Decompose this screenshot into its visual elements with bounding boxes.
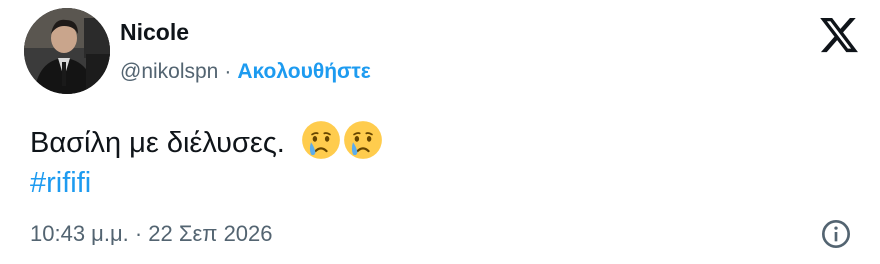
tweet-timestamp[interactable]: 10:43 μ.μ. · 22 Σεπ 2026	[30, 220, 273, 248]
crying-face-emoji-icon	[343, 121, 382, 159]
emoji-group	[299, 121, 383, 159]
avatar-image	[24, 8, 110, 94]
tweet-text: Βασίλη με διέλυσες.	[30, 127, 285, 159]
x-logo-icon[interactable]	[818, 14, 860, 56]
info-icon[interactable]	[820, 218, 852, 250]
crying-face-emoji-icon	[301, 121, 340, 159]
hashtag-link[interactable]: #rififi	[30, 164, 91, 202]
author-handle-row: @nikolspn · Ακολουθήστε	[120, 58, 371, 86]
tweet-card: Nicole @nikolspn · Ακολουθήστε Βασίλη με δ…	[0, 0, 880, 264]
separator-dot: ·	[224, 60, 232, 83]
avatar[interactable]	[24, 8, 110, 94]
tweet-text-line: Βασίλη με διέλυσες.	[30, 120, 383, 162]
follow-button[interactable]: Ακολουθήστε	[237, 60, 370, 83]
author-name[interactable]: Nicole	[120, 18, 189, 46]
author-handle[interactable]: @nikolspn	[120, 60, 218, 83]
